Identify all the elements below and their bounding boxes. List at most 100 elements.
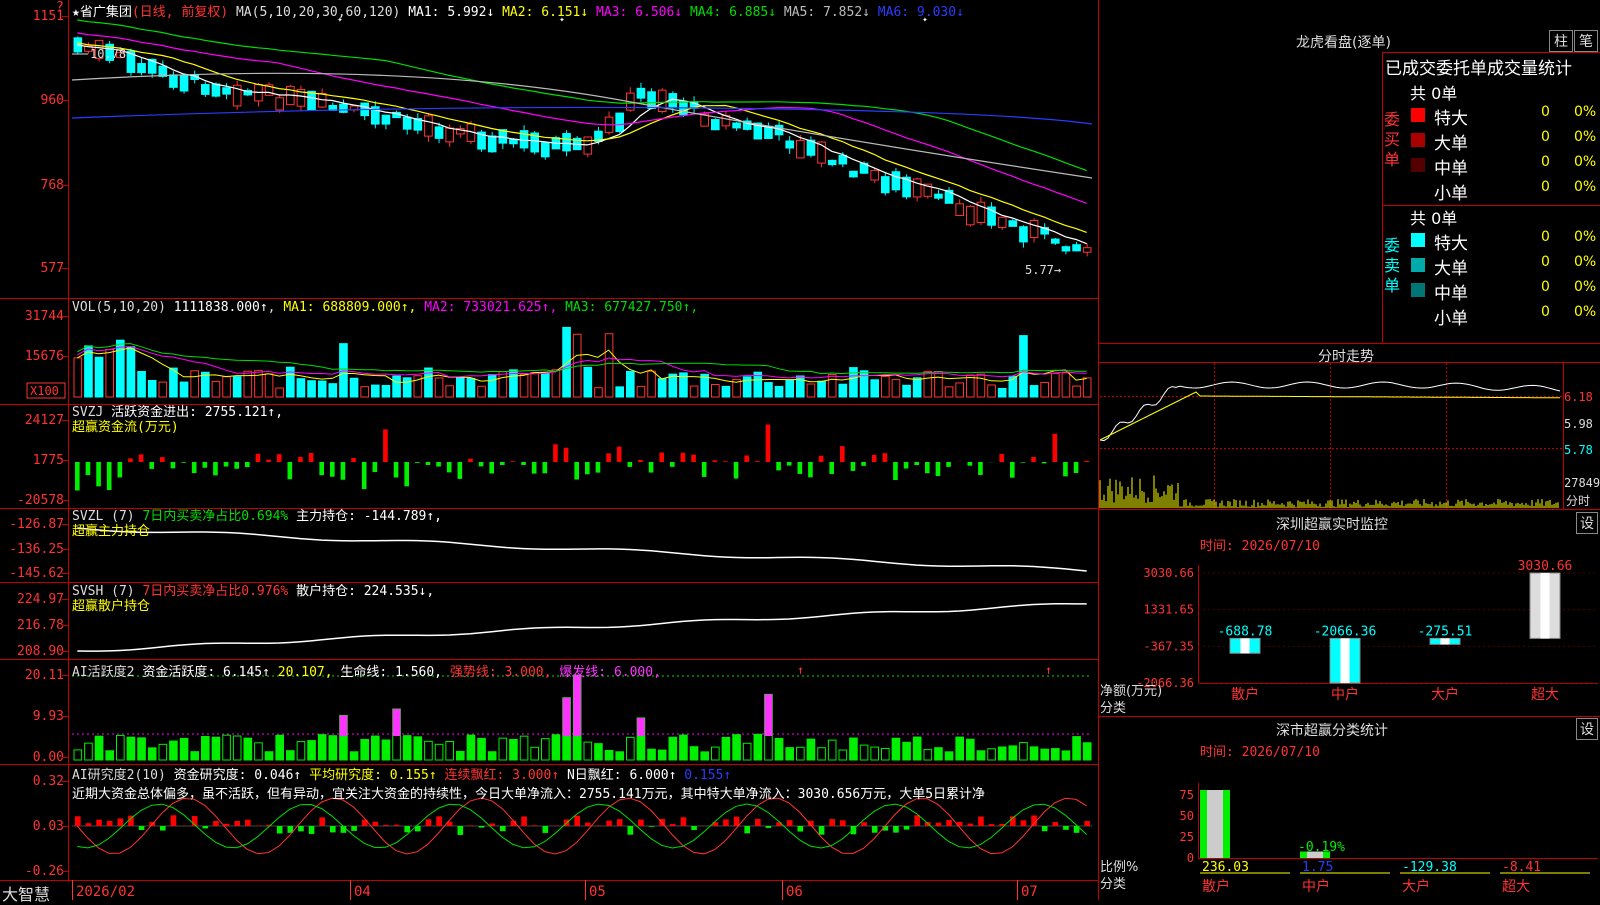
ai1-legend-item: 20.107, — [278, 665, 341, 680]
volume-bar — [998, 388, 1006, 397]
ai1-items: 资金活跃度: 6.145↑ 20.107, 生命线: 1.560, 强势线: 3… — [142, 665, 661, 680]
candle-body — [1062, 247, 1070, 251]
svzj-bar — [840, 446, 845, 462]
svzj-bar — [649, 462, 654, 473]
volume-bar — [892, 380, 900, 397]
candle-body — [170, 75, 178, 87]
ai1-bar — [935, 748, 943, 760]
ai1-legend-item: 强势线: 3.000, — [450, 665, 559, 680]
ai1-bar — [903, 742, 911, 760]
vol-ma-legend-item: MA1: 688809.000↑, — [283, 300, 424, 315]
volume-bar — [712, 385, 720, 397]
ai2-legend-item: 连续飘红: 3.000↑ — [445, 768, 567, 783]
candle-body — [733, 123, 741, 128]
ai2-bar — [426, 819, 432, 826]
candle-body — [797, 140, 805, 158]
ai1-title: AI活跃度2 — [72, 665, 134, 680]
menu-question-icon[interactable]: ? — [56, 0, 64, 15]
ai2-bar — [829, 819, 835, 826]
ai2-bar — [861, 822, 867, 826]
candle-body — [202, 85, 210, 95]
volume-bar — [372, 385, 380, 397]
ai1-bar — [191, 752, 199, 760]
tab-bar-button[interactable]: 柱 — [1549, 30, 1573, 52]
volume-bar — [1073, 386, 1081, 397]
candle-body — [1020, 227, 1028, 242]
volume-bar — [584, 367, 592, 397]
ai2-bar — [234, 821, 240, 826]
svzj-title: SVZJ — [72, 405, 103, 420]
ai1-bar — [913, 737, 921, 760]
svzj-bar — [851, 462, 856, 471]
ai1-bar — [297, 742, 305, 760]
ai1-legend: AI活跃度2 资金活跃度: 6.145↑ 20.107, 生命线: 1.560,… — [72, 661, 661, 680]
ai2-bar — [298, 826, 304, 831]
ai2-bar — [394, 825, 400, 826]
volume-bar — [488, 375, 496, 397]
svzj-bar — [256, 454, 261, 462]
ai2-bar — [596, 825, 602, 826]
candle-body — [616, 113, 624, 131]
ai1-bar — [669, 737, 677, 760]
classify-y-tick: 25 — [1180, 830, 1194, 844]
ai1-bar-hot — [637, 718, 645, 736]
ai2-bar — [330, 826, 336, 832]
ai2-bar — [86, 823, 92, 826]
ai1-bar — [871, 747, 879, 760]
volume-bar — [1041, 382, 1049, 397]
ai2-bar — [521, 816, 527, 826]
ai2-bar — [936, 823, 942, 826]
ai1-bar — [828, 740, 836, 760]
ai1-bar — [435, 744, 443, 760]
ai2-bar — [649, 826, 655, 827]
classify-settings-button[interactable]: 设 — [1576, 718, 1598, 740]
svzj-bar — [288, 462, 293, 479]
svzj-bar — [298, 457, 303, 462]
svzj-bar — [1021, 462, 1026, 463]
stock-chart-canvas[interactable]: 11519607685773174415676X100241271775-205… — [0, 0, 1600, 900]
buy-row-label: 大单 — [1434, 129, 1468, 154]
ma-legend-item: MA3: 6.506↓ — [596, 5, 690, 20]
svzj-bar — [521, 462, 526, 465]
monitor-category-label: 散户 — [1231, 686, 1259, 703]
volume-bar — [1083, 378, 1091, 397]
volume-bar — [924, 371, 932, 397]
ai1-bar — [138, 738, 146, 760]
monitor-settings-button[interactable]: 设 — [1576, 512, 1598, 534]
x-axis-label: 05 — [589, 884, 606, 900]
volume-bar — [74, 358, 82, 397]
stock-title[interactable]: ★省广集团(日线, 前复权) MA(5,10,20,30,60,120) MA1… — [72, 1, 964, 20]
buy-row-count: 0 — [1541, 104, 1550, 120]
ai1-bar — [775, 738, 783, 760]
svzj-bar — [978, 462, 983, 475]
volume-bar — [627, 371, 635, 397]
candle-body — [839, 155, 847, 164]
ai2-bar — [213, 821, 219, 826]
svzj-bar — [383, 429, 388, 462]
price-y-tick: 577 — [41, 261, 64, 276]
candle-body — [828, 160, 836, 164]
svzj-bar — [659, 453, 664, 462]
ai1-bar — [223, 735, 231, 760]
sell-row-count: 0 — [1541, 254, 1550, 270]
tab-pen-button[interactable]: 笔 — [1574, 30, 1598, 52]
candle-body — [892, 172, 900, 190]
candle-body — [138, 64, 146, 73]
svzj-bar — [447, 462, 452, 472]
ai1-y-tick: 9.93 — [33, 709, 64, 724]
buy-row-swatch — [1411, 183, 1425, 197]
svzj-bar — [808, 462, 813, 477]
ma4-line — [77, 20, 1086, 171]
ai2-bar — [978, 816, 984, 826]
vol-y-tick: 15676 — [25, 349, 64, 364]
sell-row-swatch — [1411, 233, 1425, 247]
candle-body — [1052, 239, 1060, 243]
intraday-vol-tick: 27849 — [1564, 476, 1600, 490]
svzj-bar — [999, 454, 1004, 462]
buy-total: 共 0单 — [1410, 80, 1457, 104]
buy-row-pct: 0% — [1574, 129, 1596, 145]
svzj-bar — [500, 462, 505, 465]
monitor-bar-value: -2066.36 — [1314, 624, 1377, 639]
ai2-bar — [489, 823, 495, 826]
ma-legend-item: MA6: 9.030↓ — [878, 5, 964, 20]
